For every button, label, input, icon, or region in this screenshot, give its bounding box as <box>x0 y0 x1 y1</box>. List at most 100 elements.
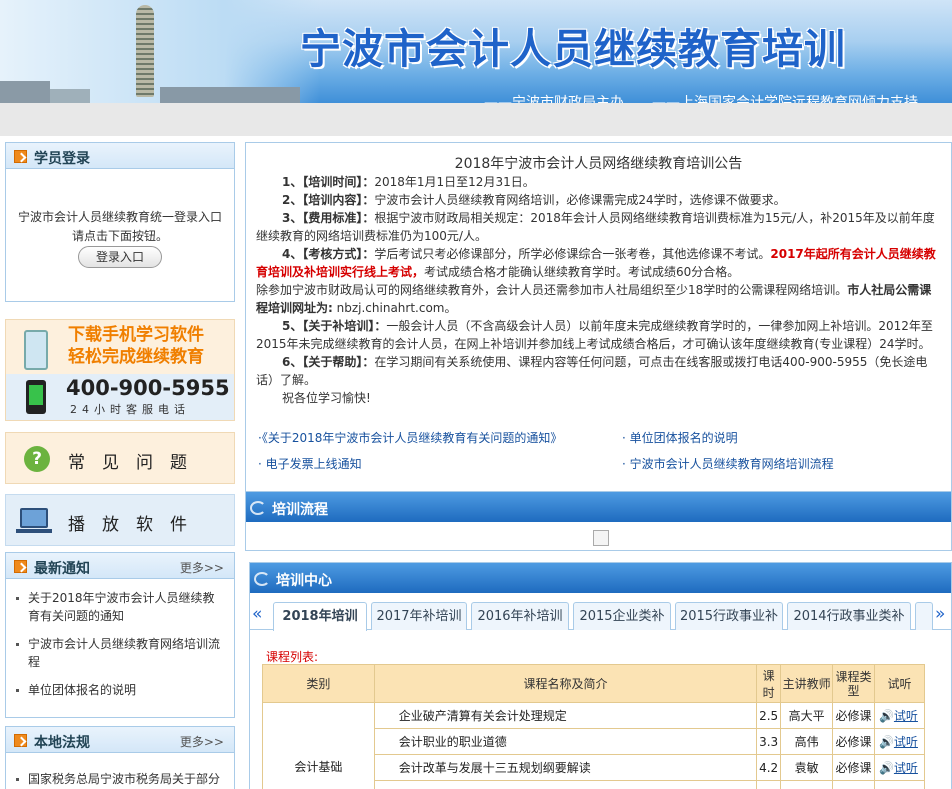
news-header: 最新通知 更多>> <box>6 553 234 579</box>
p4b-url[interactable]: nbzj.chinahrt.com。 <box>337 301 457 315</box>
p1-label: 1、【培训时间】： <box>282 175 375 189</box>
tab-2018[interactable]: 2018年培训 <box>273 602 367 631</box>
question-icon: ? <box>24 446 50 472</box>
login-desc: 宁波市会计人员继续教育统一登录入口 请点击下面按钮。 <box>6 208 234 246</box>
arrow-icon <box>14 560 27 573</box>
arrow-icon <box>14 734 27 747</box>
speaker-icon: 🔊 <box>878 735 894 749</box>
course-teacher: 袁敏 <box>780 754 834 781</box>
news-more-link[interactable]: 更多>> <box>180 559 224 576</box>
site-slogan: ——宁波市财政局主办 ——上海国家会计学院远程教育网倾力支持 <box>484 95 918 103</box>
p5-label: 5、【关于补培训】： <box>282 319 387 333</box>
tab-2014-administrative[interactable]: 2014行政事业类补 <box>787 602 911 630</box>
mobile-phone-icon <box>26 380 46 414</box>
table-row: 会计基础 企业破产清算有关会计处理规定 2.5 高大平 必修课 🔊试听 <box>262 702 926 789</box>
course-hours: 2.5 <box>756 702 782 729</box>
hotline-caption: 24小时客服电话 <box>70 403 190 416</box>
tab-scroll-left-icon[interactable]: « <box>252 604 262 624</box>
flow-header: 培训流程 <box>246 492 951 522</box>
course-teacher <box>780 780 834 789</box>
tab-2016-supplement[interactable]: 2016年补培训 <box>471 602 569 630</box>
app-download-banner[interactable]: 下载手机学习软件 轻松完成继续教育 400-900-5955 24小时客服电话 <box>5 319 235 421</box>
link-training-flow[interactable]: · 宁波市会计人员继续教育网络培训流程 <box>622 455 834 472</box>
laws-more-link[interactable]: 更多>> <box>180 733 224 750</box>
site-title: 宁波市会计人员继续教育培训 <box>300 25 846 73</box>
login-box: 学员登录 宁波市会计人员继续教育统一登录入口 请点击下面按钮。 登录入口 <box>5 142 235 302</box>
announcement-closing: 祝各位学习愉快! <box>282 391 371 405</box>
nav-bar <box>0 103 952 136</box>
hotline-number: 400-900-5955 <box>66 376 230 400</box>
announcement-p2: 2、【培训内容】：宁波市会计人员继续教育网络培训，必修课需完成24学时，选修课不… <box>246 191 951 209</box>
course-list-label: 课程列表: <box>266 650 319 664</box>
news-item[interactable]: 宁波市会计人员继续教育网络培训流程 <box>16 635 226 671</box>
col-header-category: 类别 <box>262 664 375 703</box>
banner-building <box>50 89 90 103</box>
law-item[interactable]: 国家税务总局宁波市税务局关于部分 <box>16 770 226 788</box>
laws-list: 国家税务总局宁波市税务局关于部分 <box>6 753 234 788</box>
link-group-registration[interactable]: · 单位团体报名的说明 <box>622 429 738 446</box>
announcement-p4: 4、【考核方式】：学后考试只考必修课部分，所学必修课综合一张考卷，其他选修课不考… <box>246 245 951 281</box>
course-name[interactable]: 会计职业的职业道德 <box>373 728 758 755</box>
p2-label: 2、【培训内容】： <box>282 193 375 207</box>
phone-app-icon <box>24 330 48 370</box>
course-name[interactable]: 会计改革与发展十三五规划纲要解读 <box>373 754 758 781</box>
tab-2015-administrative[interactable]: 2015行政事业补 <box>675 602 783 630</box>
banner-building <box>0 81 50 103</box>
tower-image <box>136 5 154 97</box>
news-list: 关于2018年宁波市会计人员继续教育有关问题的通知 宁波市会计人员继续教育网络培… <box>6 579 234 699</box>
course-hours <box>756 780 782 789</box>
audition-link[interactable]: 试听 <box>894 761 918 775</box>
tab-2017-supplement[interactable]: 2017年补培训 <box>371 602 467 630</box>
faq-label: 常 见 问 题 <box>68 453 187 473</box>
category-cell: 会计基础 <box>262 702 375 789</box>
app-promo-line: 轻松完成继续教育 <box>68 347 204 367</box>
link-e-invoice[interactable]: · 电子发票上线通知 <box>258 455 362 472</box>
audition-cell[interactable]: 🔊试听 <box>873 728 926 755</box>
link-notice-2018[interactable]: ·《关于2018年宁波市会计人员继续教育有关问题的通知》 <box>258 429 562 446</box>
app-promo-text: 下载手机学习软件 轻松完成继续教育 <box>68 324 204 368</box>
audition-cell[interactable]: 🔊试听 <box>873 702 926 729</box>
audition-link[interactable]: 试听 <box>894 709 918 723</box>
news-item[interactable]: 单位团体报名的说明 <box>16 681 226 699</box>
course-table: 类别 课程名称及简介 课时 主讲教师 课程类型 试听 会计基础 企业破产清算有关… <box>262 664 926 789</box>
course-type <box>832 780 875 789</box>
news-title: 最新通知 <box>34 561 90 577</box>
news-box: 最新通知 更多>> 关于2018年宁波市会计人员继续教育有关问题的通知 宁波市会计… <box>5 552 235 718</box>
p4b-text: 除参加宁波市财政局认可的网络继续教育外，会计人员还需参加市人社局组织至少18学时… <box>256 283 848 297</box>
audition-cell[interactable]: 🔊试听 <box>873 754 926 781</box>
laws-header: 本地法规 更多>> <box>6 727 234 753</box>
news-item[interactable]: 关于2018年宁波市会计人员继续教育有关问题的通知 <box>16 589 226 625</box>
col-header-course: 课程名称及简介 <box>373 664 758 703</box>
speaker-icon: 🔊 <box>878 709 894 723</box>
tab-more[interactable] <box>915 602 933 630</box>
year-tabs: « 2018年培训 2017年补培训 2016年补培训 2015企业类补 201… <box>249 602 952 631</box>
login-desc-line: 请点击下面按钮。 <box>71 229 168 243</box>
swirl-icon <box>250 501 266 515</box>
col-header-audition: 试听 <box>873 664 926 703</box>
course-name[interactable]: 企业破产清算有关会计处理规定 <box>373 702 758 729</box>
p3-label: 3、【费用标准】： <box>282 211 375 225</box>
header-banner: 宁波市会计人员继续教育培训 ——宁波市财政局主办 ——上海国家会计学院远程教育网… <box>0 0 952 103</box>
p2-text: 宁波市会计人员继续教育网络培训，必修课需完成24学时，选修课不做要求。 <box>374 193 786 207</box>
col-header-type: 课程类型 <box>832 664 875 703</box>
p4-tail: 考试成绩合格才能确认继续教育学时。考试成绩60分合格。 <box>424 265 740 279</box>
speaker-icon: 🔊 <box>878 761 894 775</box>
arrow-icon <box>14 150 27 163</box>
course-name <box>373 780 758 789</box>
col-header-hours: 课时 <box>756 664 782 703</box>
flow-title: 培训流程 <box>272 502 328 518</box>
faq-link[interactable]: ? 常 见 问 题 <box>5 432 235 484</box>
player-label: 播 放 软 件 <box>68 515 187 535</box>
tab-2015-enterprise[interactable]: 2015企业类补 <box>573 602 671 630</box>
course-type: 必修课 <box>832 728 875 755</box>
login-button[interactable]: 登录入口 <box>78 246 162 268</box>
player-software-link[interactable]: 播 放 软 件 <box>5 494 235 546</box>
announcement-box: 2018年宁波市会计人员网络继续教育培训公告 1、【培训时间】：2018年1月1… <box>245 142 952 492</box>
announcement-p6: 6、【关于帮助】：在学习期间有关系统使用、课程内容等任何问题，可点击在线客服或拨… <box>246 353 951 389</box>
audition-link[interactable]: 试听 <box>894 735 918 749</box>
laws-box: 本地法规 更多>> 国家税务总局宁波市税务局关于部分 <box>5 726 235 789</box>
tab-scroll-right-icon[interactable]: » <box>935 604 945 624</box>
banner-building <box>160 87 300 103</box>
p4-text: 学后考试只考必修课部分，所学必修课综合一张考卷，其他选修课不考试。 <box>374 247 771 261</box>
announcement-p3: 3、【费用标准】：根据宁波市财政局相关规定：2018年会计人员网络继续教育培训费… <box>246 209 951 245</box>
